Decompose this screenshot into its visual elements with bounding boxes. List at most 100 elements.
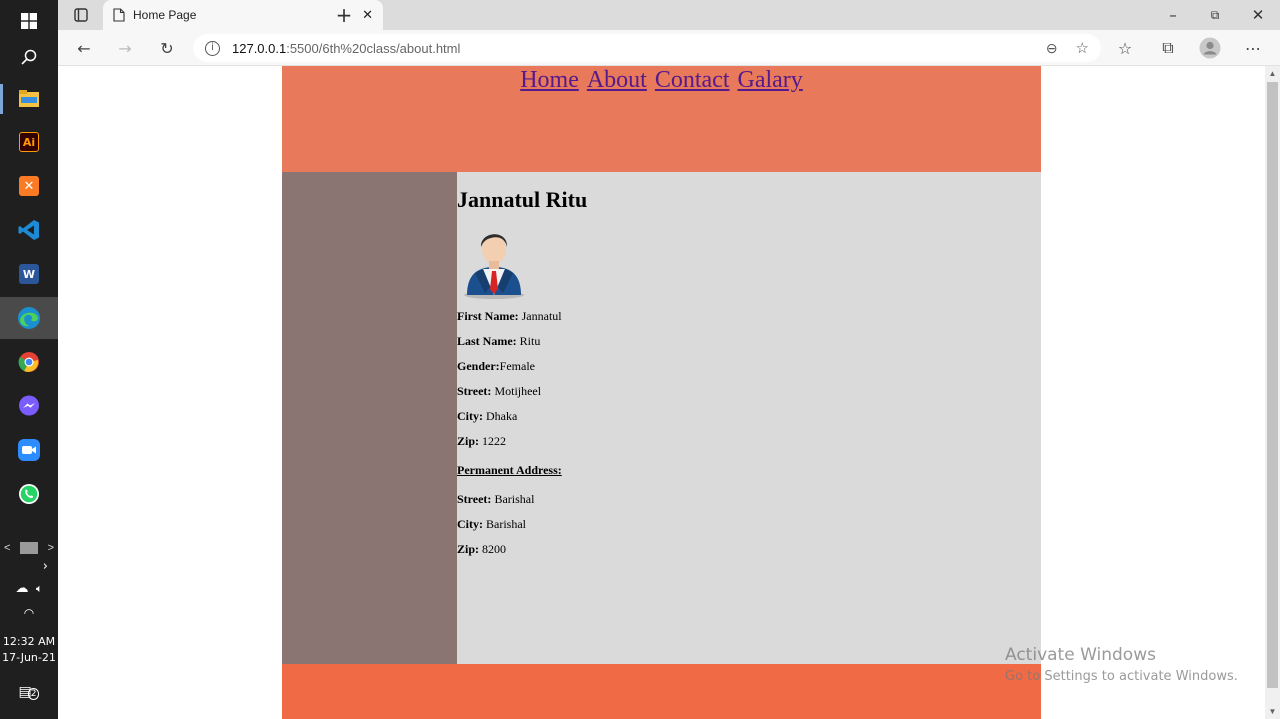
field-last-name-value: Ritu [516,334,541,348]
nav-link-about[interactable]: About [587,67,647,93]
show-hidden-icons-chevron-icon[interactable]: › [0,559,58,574]
taskbar-scroller[interactable]: < > [0,540,58,556]
adobe-illustrator-icon: Ai [19,132,39,152]
field-gender-value: Female [499,359,535,373]
close-window-button[interactable]: ✕ [1243,0,1273,30]
nav-link-contact[interactable]: Contact [655,67,730,93]
chrome-icon [18,352,39,372]
field-last-name: Last Name: Ritu [457,329,1041,354]
site-nav: Home About Contact Galary [282,66,1041,94]
field-city-label: City: [457,409,483,423]
profile-avatar-icon [1199,37,1221,59]
scroll-down-icon[interactable]: ▼ [1265,707,1280,716]
browser-toolbar: ← → ↻ i 127.0.0.1:5500/6th%20class/about… [58,30,1280,66]
whatsapp-button[interactable] [0,473,58,515]
messenger-button[interactable] [0,385,58,427]
word-button[interactable]: W [0,253,58,295]
field-last-name-label: Last Name: [457,334,517,348]
restore-icon: ⧉ [1210,7,1220,22]
messenger-icon [19,395,39,416]
scroll-up-icon[interactable]: ▲ [1265,69,1280,78]
field-gender-label: Gender: [457,359,500,373]
favorites-button[interactable]: ☆ [1111,34,1139,62]
site-info-icon[interactable]: i [205,40,220,56]
plus-icon: + [335,3,353,27]
activate-windows-watermark: Activate Windows Go to Settings to activ… [1005,645,1238,684]
businessman-avatar-icon [464,234,524,299]
whatsapp-icon [19,484,39,504]
xampp-icon: ✕ [19,176,39,196]
edge-button[interactable] [0,297,58,339]
zoom-out-icon[interactable]: ⊖ [1046,40,1058,57]
field-permanent-zip-label: Zip: [457,542,480,556]
forward-arrow-icon: → [118,38,132,58]
zoom-icon [18,439,40,461]
field-first-name-value: Jannatul [518,309,562,323]
back-arrow-icon: ← [77,38,91,58]
site-header: Home About Contact Galary [282,66,1041,172]
site-sidebar [282,172,457,664]
field-street: Street: Motijheel [457,379,1041,404]
new-tab-button[interactable]: + [332,0,356,30]
illustrator-button[interactable]: Ai [0,121,58,163]
scroll-thumb[interactable] [20,542,38,554]
windows-logo-icon [21,13,37,29]
scroll-right-icon[interactable]: > [48,542,54,554]
onedrive-cloud-icon[interactable]: ☁ [15,581,28,596]
minimize-icon: – [1169,6,1177,24]
site-page: Home About Contact Galary Jannatul Ritu … [282,66,1041,719]
page-scrollbar[interactable]: ▲ ▼ [1265,66,1280,719]
field-permanent-street-value: Barishal [491,492,535,506]
watermark-title: Activate Windows [1005,645,1156,665]
refresh-icon: ↻ [160,38,174,58]
profile-button[interactable] [1196,34,1224,62]
field-zip: Zip: 1222 [457,429,1041,454]
network-icon[interactable]: ◠ [0,606,58,620]
vscode-button[interactable] [0,209,58,251]
field-permanent-street-label: Street: [457,492,492,506]
scroll-left-icon[interactable]: < [4,542,10,554]
tab-actions-icon [74,8,88,22]
refresh-button[interactable]: ↻ [153,34,181,62]
site-main-content: Jannatul Ritu First Name: Jannatul Last … [457,172,1041,664]
scrollbar-thumb[interactable] [1267,82,1278,688]
search-button[interactable] [0,36,58,78]
clock-time[interactable]: 12:32 AM [0,635,58,648]
page-icon [113,8,125,22]
folder-icon [19,90,39,107]
field-zip-value: 1222 [479,434,507,448]
xampp-button[interactable]: ✕ [0,165,58,207]
vscode-icon [18,220,39,240]
browser-tab-bar: Home Page ✕ + – ⧉ ✕ [58,0,1280,30]
field-permanent-city-value: Barishal [483,517,526,531]
forward-button[interactable]: → [111,34,139,62]
close-icon: ✕ [1251,6,1265,24]
zoom-button[interactable] [0,429,58,471]
tab-title: Home Page [133,8,197,22]
field-zip-label: Zip: [457,434,480,448]
search-icon [21,49,37,65]
settings-menu-button[interactable]: ⋯ [1239,34,1267,62]
back-button[interactable]: ← [70,34,98,62]
field-street-label: Street: [457,384,492,398]
field-city-value: Dhaka [483,409,518,423]
address-bar[interactable]: i 127.0.0.1:5500/6th%20class/about.html … [193,34,1101,62]
nav-link-galary[interactable]: Galary [738,67,803,93]
minimize-button[interactable]: – [1158,0,1188,30]
volume-icon[interactable]: 🔈︎ [36,582,43,595]
notification-center-button[interactable]: ▤2 [0,684,58,700]
field-first-name: First Name: Jannatul [457,304,1041,329]
add-favorite-icon[interactable]: ☆ [1076,39,1089,57]
restore-button[interactable]: ⧉ [1200,0,1230,30]
field-permanent-city: City: Barishal [457,512,1041,537]
collections-button[interactable]: ⧉ [1154,34,1182,62]
chrome-button[interactable] [0,341,58,383]
tray-status-icons: ☁ 🔈︎ [0,581,58,596]
file-explorer-button[interactable] [0,78,58,120]
tab-actions-button[interactable] [68,0,94,30]
nav-link-home[interactable]: Home [520,67,579,93]
clock-date[interactable]: 17-Jun-21 [0,651,58,664]
close-tab-icon[interactable]: ✕ [362,8,373,23]
field-permanent-zip: Zip: 8200 [457,537,1041,562]
field-first-name-label: First Name: [457,309,519,323]
